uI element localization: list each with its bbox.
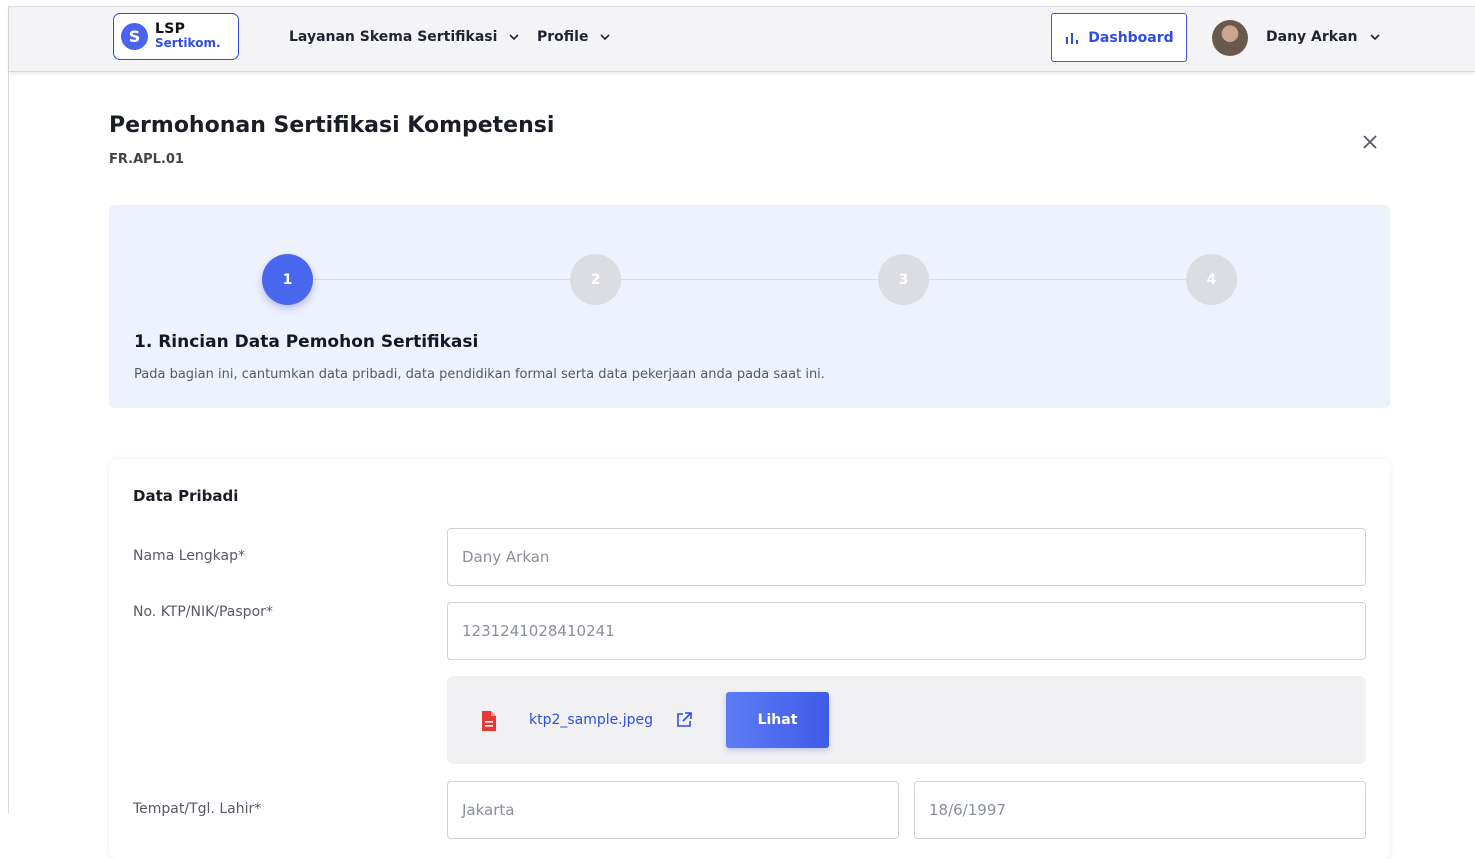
dashboard-button[interactable]: Dashboard (1051, 13, 1187, 62)
chevron-down-icon (1369, 34, 1380, 41)
tanggal-lahir-input[interactable]: 18/6/1997 (914, 781, 1366, 839)
ktp-attachment: ktp2_sample.jpeg Lihat (447, 676, 1366, 764)
logo-text-line1: LSP (155, 21, 186, 37)
form-code: FR.APL.01 (109, 152, 184, 167)
step-connector (903, 279, 1186, 280)
tempat-lahir-input[interactable]: Jakarta (447, 781, 899, 839)
step-connector (595, 279, 878, 280)
logo[interactable]: S LSP Sertikom. (113, 13, 239, 60)
close-icon[interactable] (1360, 132, 1380, 152)
nav-layanan-skema-dropdown[interactable]: Layanan Skema Sertifikasi (289, 29, 521, 45)
chevron-down-icon (600, 34, 611, 41)
top-navbar: S LSP Sertikom. Layanan Skema Sertifikas… (9, 7, 1475, 72)
user-name: Dany Arkan (1266, 29, 1358, 45)
external-link-icon[interactable] (675, 711, 693, 729)
data-pribadi-card: Data Pribadi Nama Lengkap* Dany Arkan No… (109, 459, 1390, 859)
nav-profile-label: Profile (537, 29, 589, 45)
nav-profile-dropdown[interactable]: Profile (537, 29, 612, 45)
stepper-panel: 1 2 3 4 1. Rincian Data Pemohon Sertifik… (109, 205, 1390, 408)
bar-chart-icon (1066, 32, 1079, 44)
step-2[interactable]: 2 (570, 254, 621, 305)
step-3[interactable]: 3 (878, 254, 929, 305)
chevron-down-icon (509, 34, 520, 41)
section-title: Data Pribadi (133, 487, 239, 505)
step-connector (287, 279, 570, 280)
user-menu-dropdown[interactable]: Dany Arkan (1266, 29, 1382, 45)
step-4[interactable]: 4 (1186, 254, 1237, 305)
nav-layanan-label: Layanan Skema Sertifikasi (289, 29, 498, 45)
page-title: Permohonan Sertifikasi Kompetensi (109, 113, 555, 138)
logo-text-line2: Sertikom. (155, 36, 221, 50)
dashboard-label: Dashboard (1088, 29, 1174, 46)
step-description: Pada bagian ini, cantumkan data pribadi,… (134, 367, 825, 382)
tempat-tgl-lahir-label: Tempat/Tgl. Lahir* (133, 801, 262, 817)
step-title: 1. Rincian Data Pemohon Sertifikasi (134, 332, 479, 352)
ktp-label: No. KTP/NIK/Paspor* (133, 604, 273, 620)
window-border-left (8, 6, 9, 813)
lihat-button[interactable]: Lihat (726, 692, 829, 748)
file-document-icon (482, 711, 496, 731)
ktp-input[interactable]: 1231241028410241 (447, 602, 1366, 660)
step-1[interactable]: 1 (262, 254, 313, 305)
logo-mark-icon: S (121, 23, 148, 50)
nama-lengkap-input[interactable]: Dany Arkan (447, 528, 1366, 586)
nama-lengkap-label: Nama Lengkap* (133, 548, 245, 564)
file-name-link[interactable]: ktp2_sample.jpeg (529, 712, 653, 728)
avatar[interactable] (1212, 20, 1248, 56)
